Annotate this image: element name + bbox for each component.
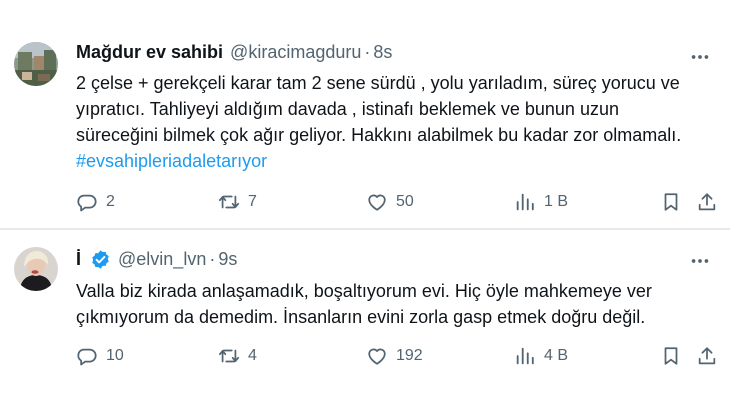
reply-button[interactable]: 2: [76, 187, 115, 217]
views-button[interactable]: 1 B: [514, 187, 568, 217]
retweet-button[interactable]: 7: [218, 187, 257, 217]
retweet-icon: [218, 195, 240, 209]
more-icon: [691, 55, 709, 59]
like-count: 50: [396, 193, 414, 210]
bookmark-icon: [664, 347, 678, 365]
tweet-text: Valla biz kirada anlaşamadık, boşaltıyor…: [76, 278, 726, 330]
tweet-text-line: yıpratıcı. Tahliyeyi aldığım davada , is…: [76, 99, 619, 119]
retweet-count: 4: [248, 347, 257, 364]
tweet[interactable]: İ @elvin_lvn · 9s Valla biz kirada anlaş…: [0, 230, 730, 420]
display-name[interactable]: Mağdur ev sahibi: [76, 42, 223, 63]
hashtag-link[interactable]: #evsahipleriadaletarıyor: [76, 148, 726, 174]
tweet-text: 2 çelse + gerekçeli karar tam 2 sene sür…: [76, 70, 726, 174]
action-bar: 2 7 50 1 B: [76, 187, 716, 217]
bookmark-button[interactable]: [660, 187, 682, 217]
avatar-image: [14, 42, 58, 86]
like-button[interactable]: 50: [366, 187, 414, 217]
tweet[interactable]: Mağdur ev sahibi @kiracimagduru · 8s 2 ç…: [0, 0, 730, 228]
reply-count: 10: [106, 347, 124, 364]
views-icon: [516, 347, 534, 365]
tweet-text-line: 2 çelse + gerekçeli karar tam 2 sene sür…: [76, 73, 680, 93]
separator-dot: ·: [209, 249, 216, 269]
avatar-image: [14, 247, 58, 291]
user-handle[interactable]: @kiracimagduru: [230, 42, 361, 63]
tweet-text-line: çıkmıyorum da demedim. İnsanların evini …: [76, 307, 646, 327]
heart-icon: [368, 194, 386, 211]
more-icon: [691, 259, 709, 263]
reply-icon: [77, 194, 97, 212]
action-bar: 10 4 192 4 B: [76, 341, 716, 371]
share-button[interactable]: [696, 341, 718, 371]
tweet-text-line: süreceğini bilmek çok ağır geliyor. Hakk…: [76, 125, 682, 145]
like-count: 192: [396, 347, 423, 364]
reply-icon: [77, 348, 97, 366]
separator-dot: ·: [364, 42, 371, 62]
views-button[interactable]: 4 B: [514, 341, 568, 371]
display-name[interactable]: İ: [76, 249, 81, 270]
reply-button[interactable]: 10: [76, 341, 124, 371]
views-count: 4 B: [544, 347, 569, 364]
like-button[interactable]: 192: [366, 341, 423, 371]
bookmark-icon: [664, 193, 678, 211]
more-options-button[interactable]: [688, 45, 712, 69]
timestamp[interactable]: 9s: [218, 249, 237, 270]
share-icon: [698, 347, 716, 365]
share-button[interactable]: [696, 187, 718, 217]
retweet-icon: [218, 349, 240, 363]
heart-icon: [368, 348, 386, 365]
avatar[interactable]: [14, 42, 58, 86]
retweet-button[interactable]: 4: [218, 341, 257, 371]
tweet-text-line: Valla biz kirada anlaşamadık, boşaltıyor…: [76, 281, 652, 301]
share-icon: [698, 193, 716, 211]
views-count: 1 B: [544, 193, 569, 210]
avatar[interactable]: [14, 247, 58, 291]
verified-badge-icon: [90, 249, 111, 270]
timestamp[interactable]: 8s: [373, 42, 392, 63]
user-handle[interactable]: @elvin_lvn: [118, 249, 206, 270]
views-icon: [516, 193, 534, 211]
reply-count: 2: [106, 193, 115, 210]
more-options-button[interactable]: [688, 249, 712, 273]
retweet-count: 7: [248, 193, 257, 210]
bookmark-button[interactable]: [660, 341, 682, 371]
